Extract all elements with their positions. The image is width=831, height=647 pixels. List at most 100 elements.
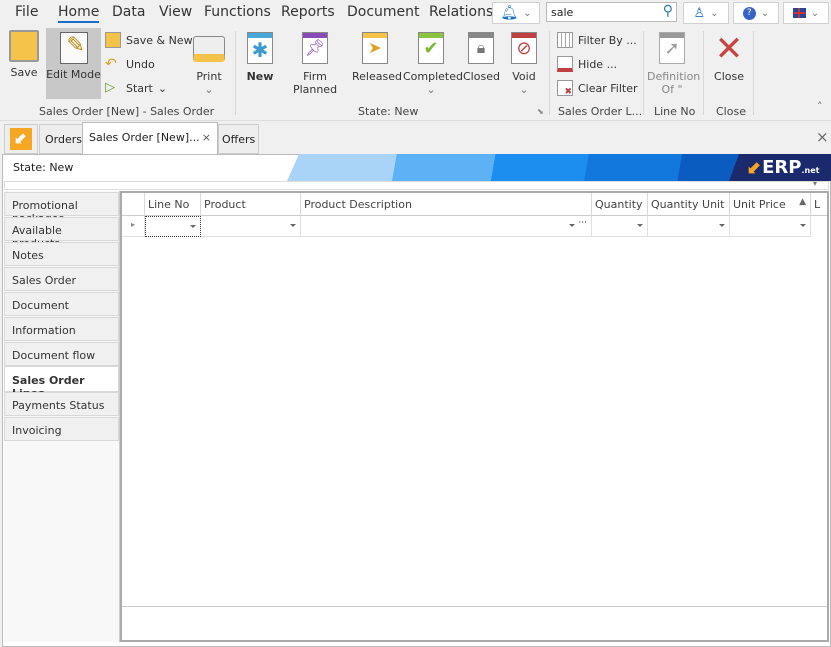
hide-button[interactable]: Hide ...: [557, 56, 617, 72]
state-completed-button[interactable]: ✔ Completed ⌄: [403, 32, 463, 96]
start-button[interactable]: ▷ Start ⌄: [105, 80, 167, 96]
help-icon: ?: [742, 6, 756, 20]
group-label-sales-order-lines: Sales Order L...: [558, 105, 643, 118]
filter-by-button[interactable]: Filter By ...: [557, 32, 637, 48]
menu-file[interactable]: File: [15, 4, 38, 20]
cell-product[interactable]: [201, 216, 301, 237]
filter-grid-icon: [557, 32, 573, 48]
expand-header-icon[interactable]: ▾: [813, 179, 817, 188]
column-header-quantity[interactable]: Quantity: [592, 193, 648, 216]
save-button[interactable]: Save: [6, 30, 42, 79]
clear-filter-icon: ✖: [557, 80, 573, 97]
group-label-close: Close: [716, 105, 746, 118]
uk-flag-icon: [792, 8, 806, 18]
cell-line-no[interactable]: [145, 216, 201, 237]
state-void-button[interactable]: ⊘ Void ⌄: [506, 32, 542, 96]
print-button[interactable]: Print ⌄: [190, 32, 228, 96]
side-tab-sales-order[interactable]: Sales Order: [4, 267, 119, 291]
hide-filter-icon: [557, 56, 573, 72]
tab-sales-order[interactable]: Sales Order [New]... ×: [82, 122, 218, 155]
lock-icon: 🔒︎: [468, 32, 494, 64]
paper-plane-icon: ➤: [362, 32, 388, 64]
cell-unit-price[interactable]: [730, 216, 811, 237]
search-icon[interactable]: ⚲: [663, 3, 673, 19]
void-icon: ⊘: [511, 32, 537, 64]
state-label: State: New: [13, 161, 74, 174]
ellipsis-icon[interactable]: ···: [578, 218, 587, 228]
state-released-button[interactable]: ➤ Released: [352, 32, 402, 83]
undo-icon: ↶: [105, 56, 117, 72]
column-header-product[interactable]: Product: [201, 193, 301, 216]
cell-product-description[interactable]: ···: [301, 216, 592, 237]
clear-filter-button[interactable]: ✖ Clear Filter: [557, 80, 638, 97]
collapse-ribbon-icon[interactable]: ˄: [817, 100, 823, 113]
state-closed-button[interactable]: 🔒︎ Closed: [463, 32, 500, 83]
cell-quantity[interactable]: [592, 216, 648, 237]
menu-home[interactable]: Home: [58, 4, 100, 23]
checkmark-icon: ✔: [418, 32, 444, 64]
tab-orders[interactable]: Orders: [39, 124, 88, 154]
erp-net-logo: ⬋ERP.net: [729, 154, 831, 181]
search-input[interactable]: sale: [551, 6, 573, 19]
close-x-icon: ✕: [714, 29, 744, 69]
user-icon: ♙: [693, 5, 706, 21]
menu-functions[interactable]: Functions: [204, 4, 271, 20]
printer-icon: [193, 36, 225, 62]
arrow-up-right-icon: ➚: [659, 32, 685, 64]
floppy-icon: [9, 30, 39, 62]
side-tab-promotional-packages[interactable]: Promotional packages: [4, 192, 119, 225]
tab-offers[interactable]: Offers: [218, 124, 260, 154]
side-tab-invoicing[interactable]: Invoicing: [4, 417, 119, 441]
cell-quantity-unit[interactable]: [648, 216, 730, 237]
undo-button[interactable]: ↶ Undo: [105, 56, 155, 72]
menu-data[interactable]: Data: [112, 4, 145, 20]
side-tab-sales-order-lines[interactable]: Sales Order Lines: [4, 366, 119, 400]
definition-of-button: ➚ Definition Of ": [647, 32, 700, 96]
side-tab-information[interactable]: Information: [4, 317, 119, 341]
grid-footer-divider: [122, 606, 827, 607]
erp-arrow-icon: ⬋: [10, 128, 32, 150]
help-button[interactable]: ? ⌄: [733, 2, 779, 24]
menu-view[interactable]: View: [159, 4, 192, 20]
menu-relations[interactable]: Relations: [429, 4, 493, 20]
close-button[interactable]: ✕ Close: [711, 32, 747, 83]
column-header-product-description[interactable]: Product Description: [301, 193, 592, 216]
menu-reports[interactable]: Reports: [281, 4, 335, 20]
row-indicator-header: [122, 193, 145, 216]
close-tab-icon[interactable]: ×: [202, 131, 211, 144]
save-new-button[interactable]: Save & New: [105, 32, 193, 48]
pin-icon: 📌︎: [302, 32, 328, 64]
new-state-icon: ✱: [247, 32, 273, 64]
group-label-line-no: Line No: [654, 105, 696, 118]
user-button[interactable]: ♙ ⌄: [683, 2, 729, 24]
group-label-state: State: New: [358, 105, 419, 118]
save-new-icon: [105, 32, 121, 48]
close-document-icon[interactable]: ×: [816, 128, 829, 146]
app-logo-tab[interactable]: ⬋: [4, 124, 38, 154]
column-header-unit-price[interactable]: Unit Price ▲: [730, 193, 811, 216]
notifications-button[interactable]: 🔔︎ ⌄: [492, 2, 540, 24]
edit-mode-button[interactable]: ✎ Edit Mode: [46, 28, 101, 99]
side-tab-available-products[interactable]: Available products: [4, 217, 119, 250]
state-firm-planned-button[interactable]: 📌︎ Firm Planned: [282, 32, 348, 96]
column-header-line-no[interactable]: Line No: [145, 193, 201, 216]
group-label-sales-order: Sales Order [New] - Sales Order: [39, 105, 215, 118]
side-tab-notes[interactable]: Notes: [4, 242, 119, 266]
state-new-button[interactable]: ✱ New: [242, 32, 278, 83]
sort-ascending-icon: ▲: [799, 197, 806, 207]
current-row-icon: ▸: [131, 220, 136, 229]
row-indicator: ▸: [122, 216, 145, 237]
play-icon: ▷: [105, 80, 115, 95]
menu-document[interactable]: Document: [347, 4, 420, 20]
column-header-l[interactable]: L: [811, 193, 827, 216]
side-tab-document-flow[interactable]: Document flow: [4, 342, 119, 366]
side-tab-document[interactable]: Document: [4, 292, 119, 316]
bell-icon: 🔔︎: [500, 5, 519, 21]
sales-order-lines-grid[interactable]: Line No Product Product Description Quan…: [120, 191, 829, 642]
search-box[interactable]: sale ⚲: [546, 2, 677, 22]
dialog-launcher-icon[interactable]: ⬊: [537, 107, 544, 116]
side-tab-payments-status[interactable]: Payments Status: [4, 392, 119, 416]
column-header-quantity-unit[interactable]: Quantity Unit: [648, 193, 730, 216]
pencil-icon: ✎: [59, 32, 88, 64]
language-button[interactable]: ⌄: [783, 2, 829, 24]
